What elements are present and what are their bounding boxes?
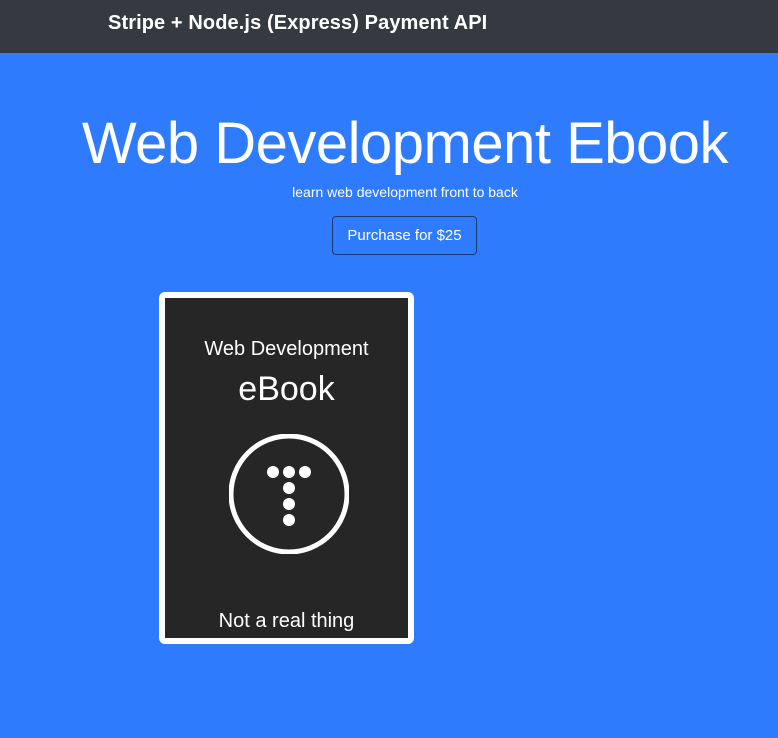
ebook-cover-image: Web Development eBook Not a real thing xyxy=(159,292,414,644)
cover-footer-text: Not a real thing xyxy=(218,610,355,632)
cover-main-text: eBook xyxy=(238,370,335,408)
navbar: Stripe + Node.js (Express) Payment API xyxy=(0,0,778,53)
purchase-button[interactable]: Purchase for $25 xyxy=(332,216,477,255)
t-dots-circle-icon xyxy=(229,434,349,554)
cover-top-text: Web Development xyxy=(204,338,369,360)
navbar-brand[interactable]: Stripe + Node.js (Express) Payment API xyxy=(108,12,487,35)
page-subtitle: learn web development front to back xyxy=(292,184,518,200)
page-title: Web Development Ebook xyxy=(81,111,729,176)
